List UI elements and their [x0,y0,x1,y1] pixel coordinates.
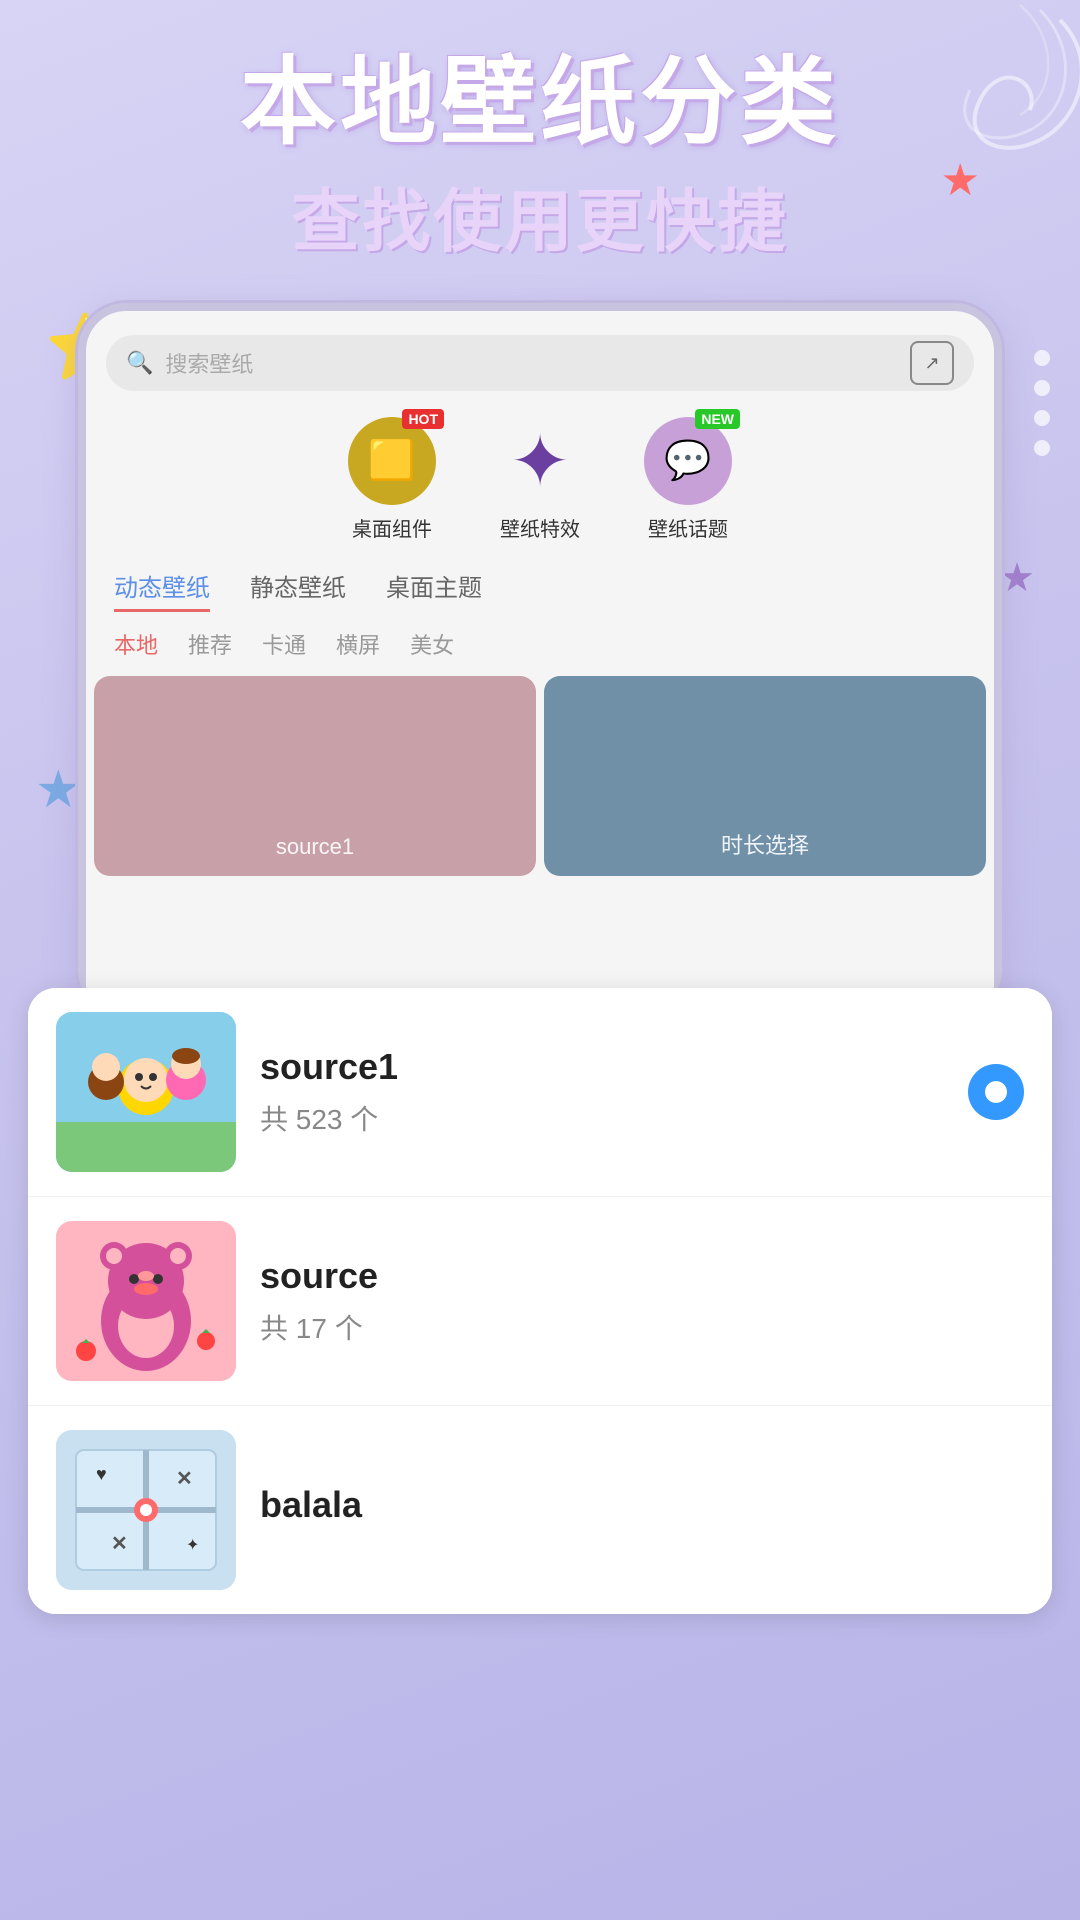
source-name-1: source [260,1255,1024,1297]
wallpaper-effect-icon: ✦ [510,419,570,503]
balala-thumbnail: ♥ ✦ ✕ ✕ [56,1430,236,1590]
tab-static-wallpaper[interactable]: 静态壁纸 [250,568,346,612]
desktop-widget-icon: 🟨 [368,439,415,483]
search-bar[interactable]: 🔍 搜索壁纸 ↗ [106,335,974,391]
source-item-0[interactable]: source1 共 523 个 [28,988,1052,1196]
sub-tab-landscape[interactable]: 横屏 [336,628,380,660]
new-badge-2: NEW [695,409,740,429]
category-item-0[interactable]: HOT 🟨 桌面组件 [348,417,436,542]
source-info-2: balala [260,1484,1024,1536]
title-section: 本地壁纸分类 查找使用更快捷 [0,50,1080,265]
category-icon-wrap-1: ✦ [496,417,584,505]
sub-tab-local[interactable]: 本地 [114,628,158,660]
tab-desktop-theme[interactable]: 桌面主题 [386,568,482,612]
tab-dynamic-wallpaper[interactable]: 动态壁纸 [114,568,210,612]
share-button[interactable]: ↗ [910,341,954,385]
hot-badge-0: HOT [402,409,444,429]
main-title: 本地壁纸分类 [40,50,1040,156]
selected-indicator-0 [968,1064,1024,1120]
category-label-1: 壁纸特效 [500,513,580,542]
sub-tab-cartoon[interactable]: 卡通 [262,628,306,660]
grid-card-label-0: source1 [276,834,354,860]
grid-content: source1 时长选择 [86,676,994,876]
source-thumb-1 [56,1221,236,1381]
dots-right [1034,350,1050,456]
category-item-1[interactable]: ✦ 壁纸特效 [496,417,584,542]
svg-text:♥: ♥ [96,1464,107,1484]
share-icon: ↗ [924,353,939,374]
source-count-0: 共 523 个 [260,1098,944,1138]
category-label-2: 壁纸话题 [648,513,728,542]
grid-card-0[interactable]: source1 [94,676,536,876]
phone-mockup: 🔍 搜索壁纸 ↗ HOT 🟨 桌面组件 [75,300,1005,1020]
search-placeholder-text: 搜索壁纸 [165,347,954,379]
sub-tab-beauty[interactable]: 美女 [410,628,454,660]
shinchan-thumbnail [56,1012,236,1172]
source-item-1[interactable]: source 共 17 个 [28,1196,1052,1405]
source-item-2[interactable]: ♥ ✦ ✕ ✕ balala [28,1405,1052,1614]
source-name-2: balala [260,1484,1024,1526]
category-icon-wrap-2: NEW 💬 [644,417,732,505]
phone-inner: 🔍 搜索壁纸 ↗ HOT 🟨 桌面组件 [78,303,1002,1017]
source-list-panel: source1 共 523 个 [28,988,1052,1614]
svg-text:✦: ✦ [186,1537,199,1554]
category-item-2[interactable]: NEW 💬 壁纸话题 [644,417,732,542]
category-icon-wrap-0: HOT 🟨 [348,417,436,505]
search-icon: 🔍 [126,350,153,376]
source-info-1: source 共 17 个 [260,1255,1024,1347]
wallpaper-topic-icon: 💬 [664,439,711,483]
svg-text:✕: ✕ [176,1468,193,1490]
svg-text:✕: ✕ [111,1533,128,1555]
sub-tab-bar: 本地 推荐 卡通 横屏 美女 [86,620,994,676]
grid-card-label-1: 时长选择 [721,828,809,860]
source-name-0: source1 [260,1046,944,1088]
sub-title: 查找使用更快捷 [40,166,1040,265]
category-label-0: 桌面组件 [352,513,432,542]
selected-dot-inner-0 [985,1081,1007,1103]
lotso-thumbnail [56,1221,236,1381]
app-screen: 🔍 搜索壁纸 ↗ HOT 🟨 桌面组件 [86,311,994,1017]
source-thumb-2: ♥ ✦ ✕ ✕ [56,1430,236,1590]
source-thumb-0 [56,1012,236,1172]
sub-tab-recommend[interactable]: 推荐 [188,628,232,660]
category-row: HOT 🟨 桌面组件 ✦ 壁纸特效 NEW 💬 [86,407,994,552]
source-count-1: 共 17 个 [260,1307,1024,1347]
main-tab-bar: 动态壁纸 静态壁纸 桌面主题 [86,552,994,620]
source-info-0: source1 共 523 个 [260,1046,944,1138]
grid-card-1[interactable]: 时长选择 [544,676,986,876]
